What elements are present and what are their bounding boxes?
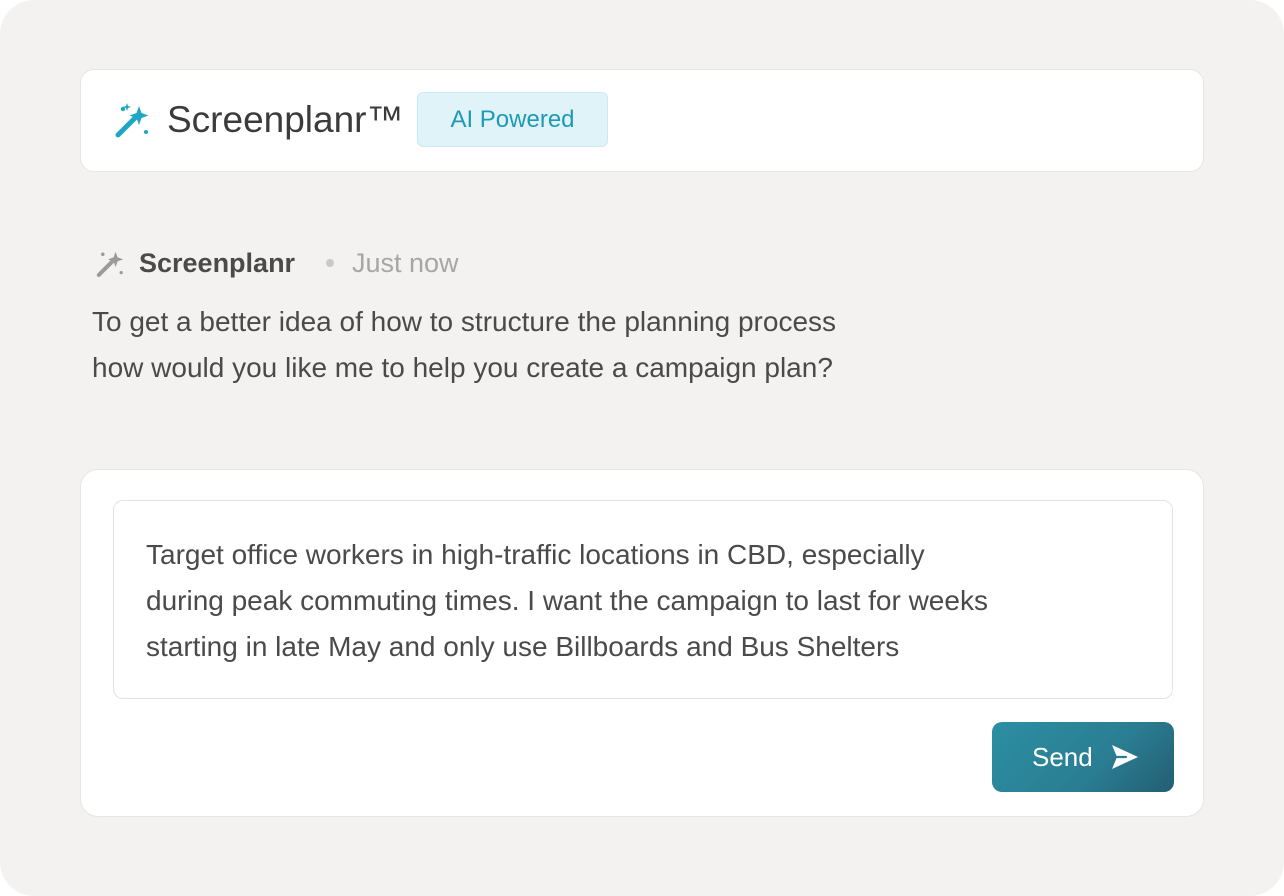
send-button[interactable]: Send bbox=[992, 722, 1174, 792]
prompt-line: starting in late May and only use Billbo… bbox=[146, 631, 900, 662]
message-sender: Screenplanr bbox=[139, 248, 296, 278]
magic-wand-icon bbox=[96, 251, 124, 277]
send-arrow-icon bbox=[1112, 745, 1138, 769]
message-line: To get a better idea of how to structure… bbox=[92, 306, 837, 337]
prompt-line: Target office workers in high-traffic lo… bbox=[146, 539, 925, 570]
message-line: how would you like me to help you create… bbox=[92, 352, 833, 383]
prompt-line: during peak commuting times. I want the … bbox=[146, 585, 988, 616]
separator-dot bbox=[326, 259, 334, 267]
brand-name: Screenplanr™ bbox=[167, 99, 404, 140]
send-button-label: Send bbox=[1032, 742, 1093, 772]
assistant-message: To get a better idea of how to structure… bbox=[92, 299, 992, 391]
prompt-input-text[interactable]: Target office workers in high-traffic lo… bbox=[146, 532, 1146, 670]
magic-wand-icon bbox=[115, 103, 149, 138]
ai-powered-badge: AI Powered bbox=[417, 92, 608, 147]
message-timestamp: Just now bbox=[352, 248, 459, 278]
